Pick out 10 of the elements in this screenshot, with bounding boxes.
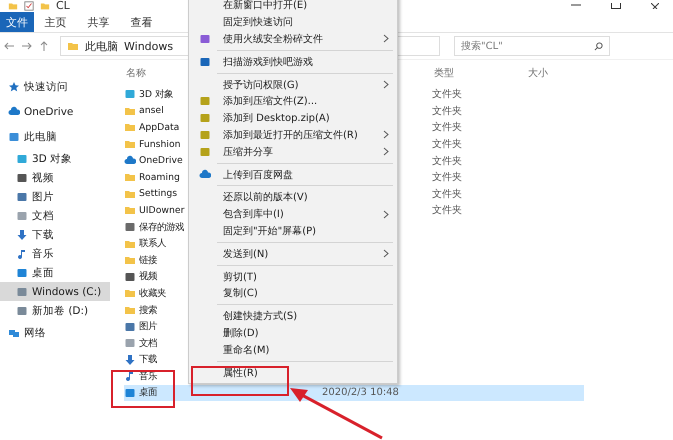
window-title: CL xyxy=(56,0,70,12)
type-cell-text: 文件夹 xyxy=(432,204,462,218)
type-cell-text: 文件夹 xyxy=(432,154,462,168)
type-cell-text: 文件夹 xyxy=(432,104,462,118)
type-cell-text: 文件夹 xyxy=(432,188,462,201)
date-cell-text: 2020/2/3 10:48 xyxy=(322,387,400,398)
type-cell-text: 文件夹 xyxy=(432,88,462,102)
type-cell-text: 文件夹 xyxy=(432,120,462,134)
type-cell-text: 文件夹 xyxy=(432,170,462,184)
type-cell-text: 文件夹 xyxy=(432,138,462,152)
